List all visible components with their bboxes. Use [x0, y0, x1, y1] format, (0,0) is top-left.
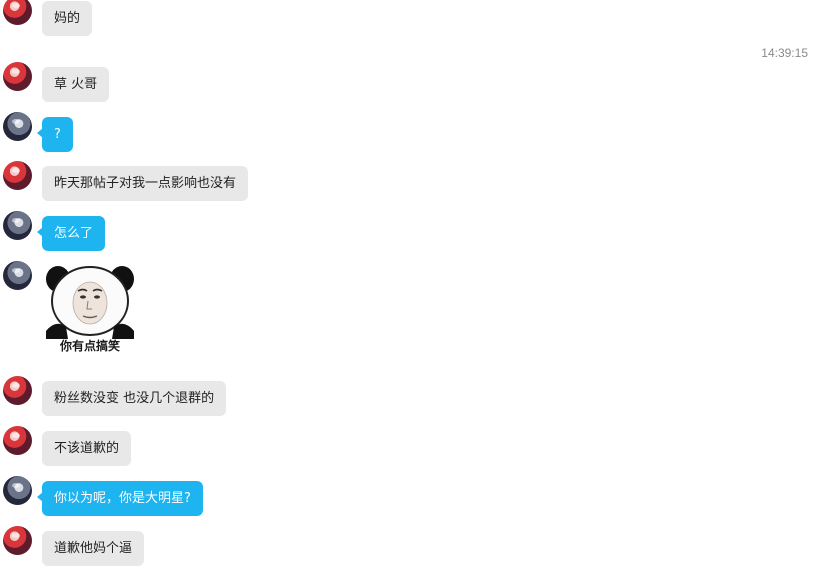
bubble-tail-icon — [37, 492, 43, 502]
message-bubble-sent[interactable]: 怎么了 — [37, 216, 106, 251]
message-bubble-sent[interactable]: ? — [37, 117, 73, 152]
message-bubble-received[interactable]: 不该道歉的 — [42, 431, 132, 466]
message-timestamp: 14:39:15 — [761, 46, 808, 60]
message-bubble-received[interactable]: 草 火哥 — [42, 67, 110, 102]
message-text: ? — [54, 127, 61, 142]
avatar-red-icon[interactable] — [3, 62, 32, 91]
message-text: 你以为呢，你是大明星? — [54, 491, 191, 506]
panda-face-icon — [46, 266, 134, 339]
sticker-caption: 你有点搞笑 — [59, 339, 120, 353]
message-bubble-received[interactable]: 妈的 — [42, 1, 93, 36]
bubble-tail-icon — [37, 227, 43, 237]
message-bubble-received[interactable]: 道歉他妈个逼 — [42, 531, 145, 566]
avatar-red-icon[interactable] — [3, 426, 32, 455]
bubble-tail-icon — [37, 128, 43, 138]
avatar-dark-icon[interactable] — [3, 211, 32, 240]
avatar-dark-icon[interactable] — [3, 261, 32, 290]
chat-window: 妈的 14:39:15 草 火哥 ? 昨天那帖子对我一点影响也没有 怎么了 你有… — [0, 0, 828, 572]
message-bubble-received[interactable]: 昨天那帖子对我一点影响也没有 — [42, 166, 249, 201]
avatar-dark-icon[interactable] — [3, 112, 32, 141]
avatar-red-icon[interactable] — [3, 161, 32, 190]
message-bubble-received[interactable]: 粉丝数没变 也没几个退群的 — [42, 381, 227, 416]
avatar-red-icon[interactable] — [3, 526, 32, 555]
message-bubble-sent[interactable]: 你以为呢，你是大明星? — [37, 481, 203, 516]
message-text: 怎么了 — [54, 226, 94, 241]
panda-sticker[interactable]: 你有点搞笑 — [46, 261, 134, 359]
avatar-dark-icon[interactable] — [3, 476, 32, 505]
avatar-red-icon[interactable] — [3, 0, 32, 25]
avatar-red-icon[interactable] — [3, 376, 32, 405]
